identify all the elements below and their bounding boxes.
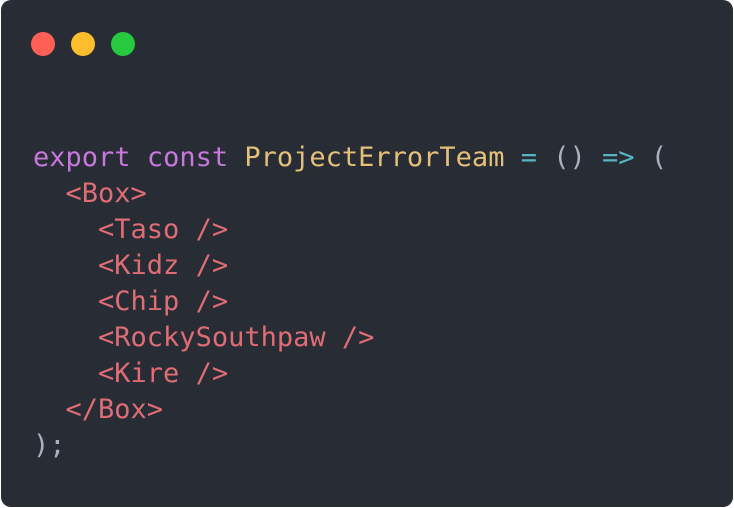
minimize-window-icon[interactable]	[71, 32, 95, 56]
code-line-9: );	[33, 428, 667, 464]
code-line-1: export const ProjectErrorTeam = () => (	[33, 140, 667, 176]
closing-statement: );	[33, 430, 66, 461]
jsx-tag-box-open: <Box>	[65, 178, 147, 209]
code-line-4: <Kidz />	[33, 248, 667, 284]
code-line-8: </Box>	[33, 392, 667, 428]
component-name: ProjectErrorTeam	[244, 142, 505, 173]
open-paren: (	[650, 142, 668, 173]
jsx-tag-kidz: <Kidz />	[98, 250, 229, 281]
jsx-tag-chip: <Chip />	[98, 286, 229, 317]
equals-operator: =	[520, 142, 537, 173]
jsx-tag-kire: <Kire />	[98, 358, 229, 389]
jsx-tag-taso: <Taso />	[98, 214, 229, 245]
arrow-operator: =>	[602, 142, 635, 173]
parameter-parens: ()	[553, 142, 586, 173]
code-line-5: <Chip />	[33, 284, 667, 320]
code-block: export const ProjectErrorTeam = () => ( …	[33, 140, 667, 464]
close-window-icon[interactable]	[31, 32, 55, 56]
code-line-3: <Taso />	[33, 212, 667, 248]
title-bar	[1, 0, 733, 80]
code-window: export const ProjectErrorTeam = () => ( …	[1, 0, 733, 507]
jsx-tag-box-close: </Box>	[65, 394, 164, 425]
code-line-2: <Box>	[33, 176, 667, 212]
jsx-tag-rockysouthpaw: <RockySouthpaw />	[98, 322, 375, 353]
keyword-const: const	[146, 142, 229, 173]
maximize-window-icon[interactable]	[111, 32, 135, 56]
code-line-6: <RockySouthpaw />	[33, 320, 667, 356]
code-line-7: <Kire />	[33, 356, 667, 392]
keyword-export: export	[33, 142, 131, 173]
